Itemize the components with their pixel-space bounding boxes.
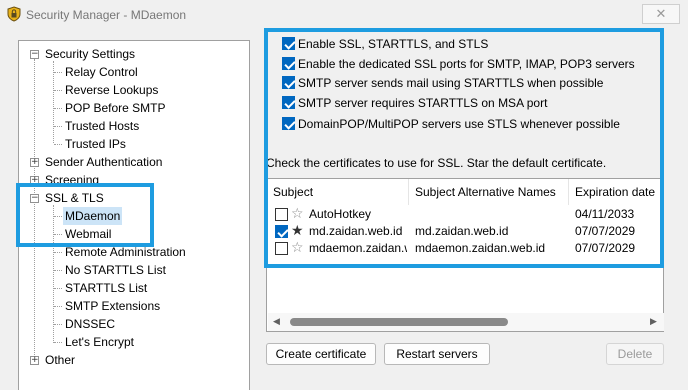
navigation-tree: − Security Settings Relay Control Revers… [18, 40, 250, 390]
tree-item-label: Trusted IPs [65, 137, 126, 151]
collapse-icon[interactable]: − [30, 50, 39, 59]
option-label: Enable the dedicated SSL ports for SMTP,… [298, 57, 635, 71]
tree-item-label: Other [45, 353, 76, 367]
tree-item-label: Webmail [65, 227, 112, 241]
horizontal-scrollbar[interactable]: ◀ ▶ [268, 313, 664, 331]
tree-item-lets-encrypt[interactable]: Let's Encrypt [63, 333, 136, 351]
checkbox[interactable] [275, 208, 288, 221]
checkbox[interactable] [282, 117, 295, 130]
tree-item-label: STARTTLS List [65, 281, 148, 295]
tree-item-label: SSL & TLS [45, 191, 104, 205]
star-filled-icon[interactable]: ★ [291, 224, 305, 238]
tree-item-label: POP Before SMTP [65, 101, 166, 115]
tree-item-label: SMTP Extensions [65, 299, 161, 313]
shield-lock-icon [7, 6, 21, 22]
tree-item-webmail[interactable]: Webmail [63, 225, 113, 243]
tree-item-label: Remote Administration [65, 245, 186, 259]
cert-expiration: 04/11/2033 [575, 207, 635, 221]
certificate-instructions: Check the certificates to use for SSL. S… [266, 156, 607, 170]
delete-button[interactable]: Delete [606, 343, 664, 365]
expand-icon[interactable]: + [30, 356, 39, 365]
window-title: Security Manager - MDaemon [26, 8, 187, 22]
tree-item-remote-administration[interactable]: Remote Administration [63, 243, 188, 261]
scrollbar-thumb[interactable] [290, 318, 508, 326]
column-header-alt-names[interactable]: Subject Alternative Names [409, 179, 569, 205]
tree-item-label: Relay Control [65, 65, 138, 79]
tree-item-starttls-list[interactable]: STARTTLS List [63, 279, 149, 297]
option-label: Enable SSL, STARTTLS, and STLS [298, 37, 489, 51]
cert-subject: mdaemon.zaidan.w... [309, 241, 407, 255]
tree-item-other[interactable]: Other [43, 351, 77, 369]
tree-item-label: Screening [45, 173, 100, 187]
expand-icon[interactable]: + [30, 158, 39, 167]
tree-item-ssl-tls[interactable]: SSL & TLS [43, 189, 106, 207]
expand-icon[interactable]: + [30, 176, 39, 185]
option-label: SMTP server requires STARTTLS on MSA por… [298, 96, 548, 110]
collapse-icon[interactable]: − [30, 194, 39, 203]
tree-item-label: Security Settings [45, 47, 136, 61]
close-button[interactable]: ✕ [642, 4, 680, 24]
checkbox[interactable] [275, 242, 288, 255]
tree-item-smtp-extensions[interactable]: SMTP Extensions [63, 297, 162, 315]
create-certificate-button[interactable]: Create certificate [266, 343, 376, 365]
tree-item-trusted-hosts[interactable]: Trusted Hosts [63, 117, 141, 135]
column-header-subject[interactable]: Subject [267, 179, 409, 205]
checkbox[interactable] [282, 57, 295, 70]
certificate-list: Subject Subject Alternative Names Expira… [266, 178, 664, 332]
star-outline-icon[interactable]: ☆ [291, 241, 305, 255]
table-row[interactable]: ☆ mdaemon.zaidan.w... mdaemon.zaidan.web… [267, 240, 663, 257]
option-label: DomainPOP/MultiPOP servers use STLS when… [298, 117, 620, 131]
tree-item-label: Trusted Hosts [65, 119, 140, 133]
tree-item-reverse-lookups[interactable]: Reverse Lookups [63, 81, 160, 99]
column-header-expiration[interactable]: Expiration date [569, 179, 663, 205]
restart-servers-button[interactable]: Restart servers [384, 343, 490, 365]
tree-item-sender-authentication[interactable]: Sender Authentication [43, 153, 164, 171]
checkbox[interactable] [275, 225, 288, 238]
cert-alt-names: mdaemon.zaidan.web.id [415, 241, 546, 255]
scroll-left-icon[interactable]: ◀ [273, 317, 280, 327]
tree-item-label: Let's Encrypt [65, 335, 134, 349]
title-bar: Security Manager - MDaemon ✕ [0, 0, 688, 30]
cert-alt-names: md.zaidan.web.id [415, 224, 509, 238]
tree-item-dnssec[interactable]: DNSSEC [63, 315, 117, 333]
star-outline-icon[interactable]: ☆ [291, 207, 305, 221]
tree-item-label: DNSSEC [65, 317, 116, 331]
checkbox[interactable] [282, 37, 295, 50]
table-row[interactable]: ★ md.zaidan.web.id md.zaidan.web.id 07/0… [267, 223, 663, 240]
cert-expiration: 07/07/2029 [575, 224, 636, 238]
tree-item-mdaemon[interactable]: MDaemon [63, 207, 123, 225]
tree-item-pop-before-smtp[interactable]: POP Before SMTP [63, 99, 167, 117]
tree-item-relay-control[interactable]: Relay Control [63, 63, 140, 81]
tree-item-screening[interactable]: Screening [43, 171, 101, 189]
cert-subject: AutoHotkey [309, 207, 372, 221]
cert-subject: md.zaidan.web.id [309, 224, 403, 238]
table-row[interactable]: ☆ AutoHotkey 04/11/2033 [267, 206, 663, 223]
tree-item-label: MDaemon [63, 207, 123, 225]
option-label: SMTP server sends mail using STARTTLS wh… [298, 76, 604, 90]
cert-expiration: 07/07/2029 [575, 241, 636, 255]
checkbox[interactable] [282, 76, 295, 89]
checkbox[interactable] [282, 96, 295, 109]
scroll-right-icon[interactable]: ▶ [650, 317, 657, 327]
tree-item-label: No STARTTLS List [65, 263, 166, 277]
tree-item-label: Reverse Lookups [65, 83, 159, 97]
tree-item-trusted-ips[interactable]: Trusted IPs [63, 135, 128, 153]
tree-item-no-starttls-list[interactable]: No STARTTLS List [63, 261, 168, 279]
tree-item-security-settings[interactable]: Security Settings [43, 45, 137, 63]
tree-item-label: Sender Authentication [45, 155, 163, 169]
